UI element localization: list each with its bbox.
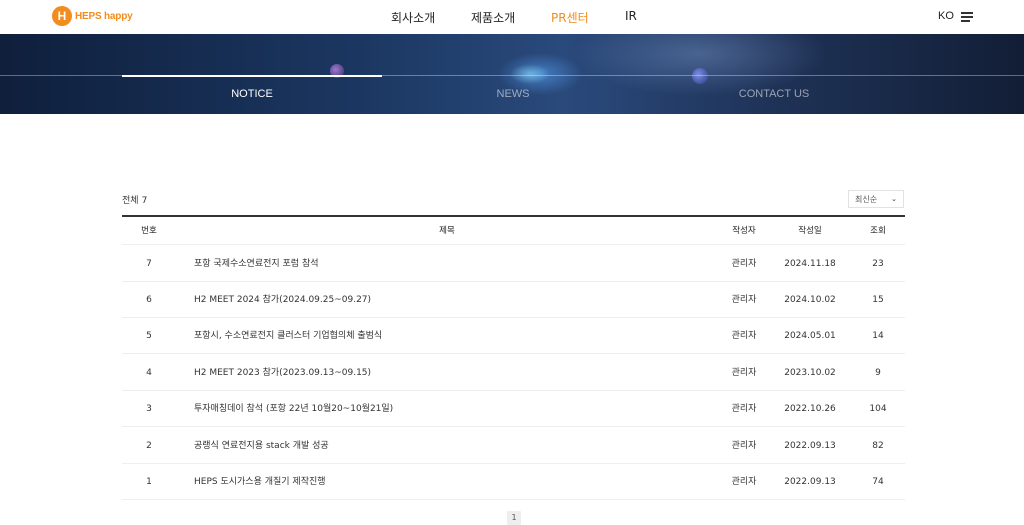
row-no: 5 — [146, 331, 152, 341]
row-title-link[interactable]: HEPS 도시가스용 개질기 제작진행 — [194, 464, 326, 500]
site-header: H HEPS happy 회사소개 제품소개 PR센터 IR KO — [0, 0, 1024, 34]
row-title-link[interactable]: 투자매칭데이 참석 (포항 22년 10월20~10월21일) — [194, 391, 393, 427]
tab-news[interactable]: NEWS — [383, 88, 643, 100]
row-date: 2024.10.02 — [784, 295, 836, 305]
row-writer: 관리자 — [731, 259, 757, 269]
row-views: 74 — [872, 477, 884, 487]
column-header-date: 작성일 — [798, 226, 822, 236]
decorative-glow — [510, 64, 550, 84]
row-title-link[interactable]: 공랭식 연료전지용 stack 개발 성공 — [194, 428, 329, 464]
row-no: 4 — [146, 368, 152, 378]
table-row[interactable]: 7 포항 국제수소연료전지 포럼 참석 관리자 2024.11.18 23 — [122, 246, 905, 282]
row-title-link[interactable]: H2 MEET 2023 참가(2023.09.13~09.15) — [194, 355, 371, 391]
row-no: 3 — [146, 404, 152, 414]
logo-mark: H — [52, 6, 72, 26]
nav-company[interactable]: 회사소개 — [391, 9, 435, 26]
row-views: 82 — [872, 441, 884, 451]
row-writer: 관리자 — [731, 404, 757, 414]
column-header-views: 조회 — [870, 226, 886, 236]
row-date: 2022.10.26 — [784, 404, 836, 414]
active-tab-indicator — [122, 75, 382, 77]
sub-visual-banner: NOTICE NEWS CONTACT US — [0, 34, 1024, 114]
logo[interactable]: H HEPS happy — [52, 6, 133, 26]
tab-notice[interactable]: NOTICE — [122, 88, 382, 100]
pagination-page[interactable]: 1 — [507, 511, 521, 525]
total-number: 7 — [141, 196, 148, 206]
sort-selected-value: 최신순 — [855, 194, 878, 204]
row-views: 23 — [872, 259, 884, 269]
row-views: 14 — [872, 331, 884, 341]
nav-products[interactable]: 제품소개 — [471, 9, 515, 26]
table-row[interactable]: 6 H2 MEET 2024 참가(2024.09.25~09.27) 관리자 … — [122, 282, 905, 318]
row-date: 2024.05.01 — [784, 331, 836, 341]
table-row[interactable]: 3 투자매칭데이 참석 (포항 22년 10월20~10월21일) 관리자 20… — [122, 391, 905, 427]
row-date: 2024.11.18 — [784, 259, 836, 269]
total-label: 전체 — [122, 196, 139, 206]
total-count: 전체 7 — [122, 193, 147, 206]
table-row[interactable]: 2 공랭식 연료전지용 stack 개발 성공 관리자 2022.09.13 8… — [122, 428, 905, 464]
table-header-row: 번호 제목 작성자 작성일 조회 — [122, 217, 905, 245]
row-views: 104 — [869, 404, 887, 414]
row-title-link[interactable]: 포항 국제수소연료전지 포럼 참석 — [194, 246, 319, 282]
row-no: 2 — [146, 441, 152, 451]
nav-pr-center[interactable]: PR센터 — [551, 9, 589, 26]
nav-ir[interactable]: IR — [625, 9, 637, 23]
decorative-orb — [692, 68, 708, 84]
row-no: 1 — [146, 477, 152, 487]
row-views: 9 — [875, 368, 881, 378]
column-header-title: 제목 — [439, 226, 455, 236]
row-writer: 관리자 — [731, 441, 757, 451]
table-row[interactable]: 1 HEPS 도시가스용 개질기 제작진행 관리자 2022.09.13 74 — [122, 464, 905, 500]
table-row[interactable]: 4 H2 MEET 2023 참가(2023.09.13~09.15) 관리자 … — [122, 355, 905, 391]
table-row[interactable]: 5 포항시, 수소연료전지 클러스터 기업협의체 출범식 관리자 2024.05… — [122, 318, 905, 354]
chevron-down-icon: ⌄ — [891, 195, 897, 203]
sort-select[interactable]: 최신순 ⌄ — [848, 190, 904, 208]
row-writer: 관리자 — [731, 295, 757, 305]
language-selector[interactable]: KO — [938, 10, 954, 22]
row-writer: 관리자 — [731, 477, 757, 487]
tab-contact-us[interactable]: CONTACT US — [644, 88, 904, 100]
row-title-link[interactable]: H2 MEET 2024 참가(2024.09.25~09.27) — [194, 282, 371, 318]
row-writer: 관리자 — [731, 331, 757, 341]
row-date: 2022.09.13 — [784, 441, 836, 451]
row-no: 7 — [146, 259, 152, 269]
row-date: 2023.10.02 — [784, 368, 836, 378]
row-no: 6 — [146, 295, 152, 305]
row-writer: 관리자 — [731, 368, 757, 378]
row-date: 2022.09.13 — [784, 477, 836, 487]
hamburger-menu-icon[interactable] — [961, 12, 973, 22]
column-header-writer: 작성자 — [732, 226, 756, 236]
row-views: 15 — [872, 295, 884, 305]
row-title-link[interactable]: 포항시, 수소연료전지 클러스터 기업협의체 출범식 — [194, 318, 382, 354]
logo-text: HEPS happy — [75, 10, 133, 22]
